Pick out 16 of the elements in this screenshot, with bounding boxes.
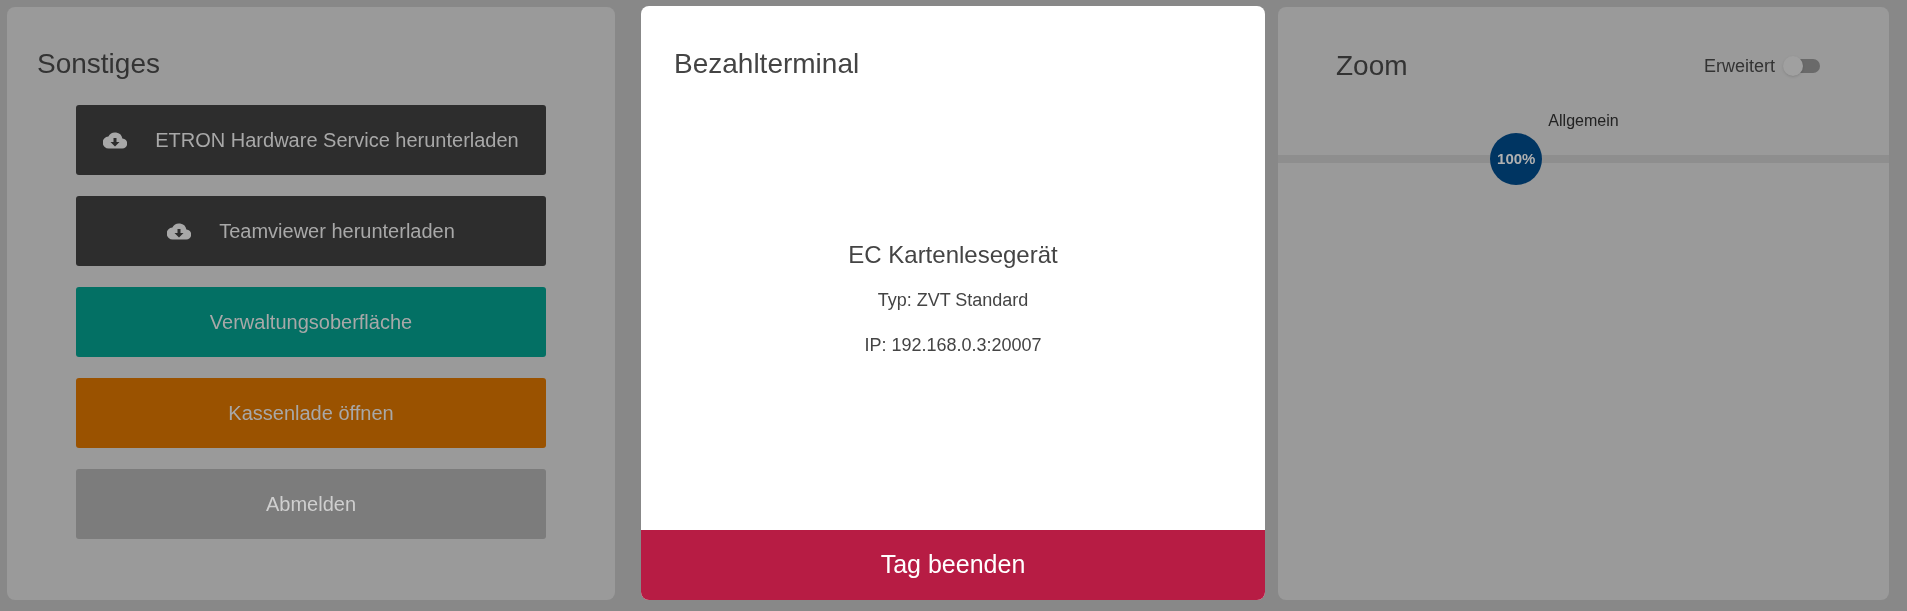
zoom-slider[interactable]: 100% [1278,133,1889,185]
panel-title: Sonstiges [37,47,160,81]
device-type: Typ: ZVT Standard [877,288,1029,312]
slider-label: Allgemein [1548,111,1619,131]
slider-thumb[interactable]: 100% [1490,133,1543,185]
cloud-download-icon [103,131,128,149]
panel-title: Bezahlterminal [674,47,860,81]
toggle-label: Erweitert [1704,54,1775,78]
device-ip: IP: 192.168.0.3:20007 [864,333,1042,357]
end-day-button[interactable]: Tag beenden [641,530,1265,600]
device-name: EC Kartenlesegerät [848,239,1058,270]
panel-title: Zoom [1336,49,1408,83]
toggle-switch[interactable] [1783,56,1821,76]
cloud-download-icon [167,222,192,240]
action-button[interactable]: Teamviewer herunterladen [76,196,546,266]
action-button[interactable]: ETRON Hardware Service herunterladen [76,105,546,175]
